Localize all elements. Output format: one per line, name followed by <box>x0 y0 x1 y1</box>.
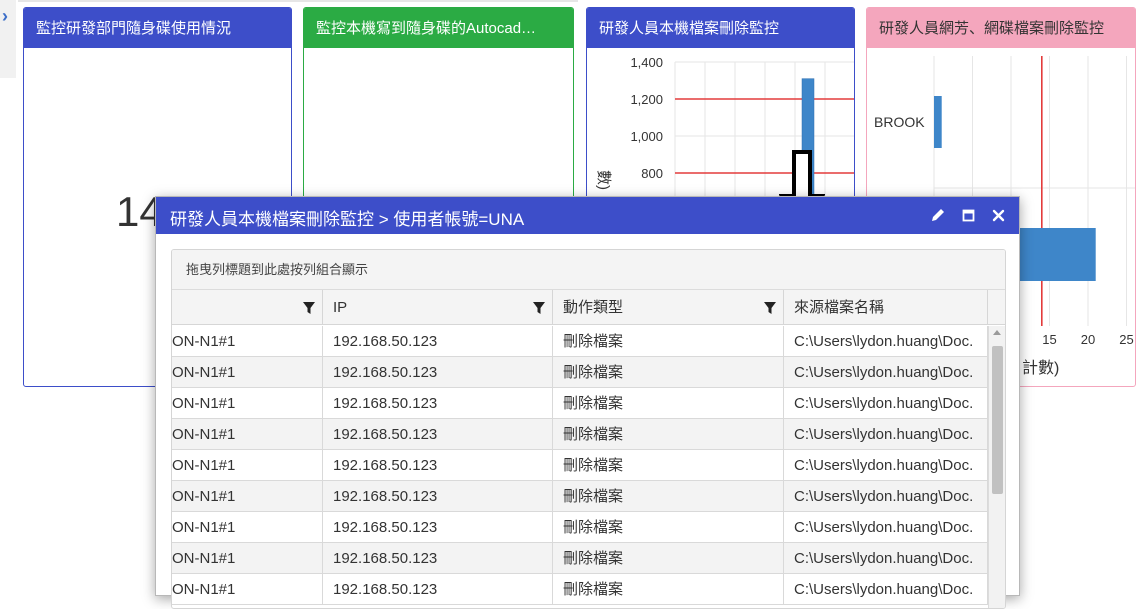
cell-source-file: C:\Users\lydon.huang\Doc. <box>784 543 988 574</box>
cell-source-file: C:\Users\lydon.huang\Doc. <box>784 481 988 512</box>
cell-source-file: C:\Users\lydon.huang\Doc. <box>784 512 988 543</box>
x-tick-label: 25 <box>1119 332 1133 347</box>
drilldown-dialog: 研發人員本機檔案刪除監控 > 使用者帳號=UNA 拖曳列標題到此處按列組合顯示 … <box>155 196 1020 609</box>
vertical-scrollbar[interactable] <box>988 326 1005 608</box>
dialog-title: 研發人員本機檔案刪除監控 > 使用者帳號=UNA <box>170 210 525 229</box>
cell-action: 刪除檔案 <box>553 481 784 512</box>
pencil-icon[interactable] <box>929 206 947 224</box>
group-by-panel[interactable]: 拖曳列標題到此處按列組合顯示 <box>172 250 1005 290</box>
table-row[interactable]: ON-N1#1 192.168.50.123 刪除檔案 C:\Users\lydon.… <box>172 543 988 574</box>
y-tick-label: 1,200 <box>630 92 663 107</box>
cell-action: 刪除檔案 <box>553 419 784 450</box>
card-title[interactable]: 監控研發部門隨身碟使用情況 <box>24 8 291 48</box>
y-tick-label: 1,000 <box>630 129 663 144</box>
table-row[interactable]: ON-N1#1 192.168.50.123 刪除檔案 C:\Users\lydon.… <box>172 512 988 543</box>
table-row[interactable]: ON-N1#1 192.168.50.123 刪除檔案 C:\Users\lydon.… <box>172 450 988 481</box>
cell-source-file: C:\Users\lydon.huang\Doc. <box>784 574 988 605</box>
cell-ip: 192.168.50.123 <box>323 481 553 512</box>
column-header-label: 來源檔案名稱 <box>794 299 885 316</box>
maximize-icon[interactable] <box>959 206 977 224</box>
column-header-action[interactable]: 動作類型 <box>553 290 784 325</box>
card-title[interactable]: 監控本機寫到隨身碟的Autocad… <box>304 8 573 48</box>
cell-user: ON-N1#1 <box>172 450 323 481</box>
cell-ip: 192.168.50.123 <box>323 419 553 450</box>
x-tick-label: 20 <box>1081 332 1095 347</box>
filter-icon[interactable] <box>763 301 777 315</box>
close-icon[interactable] <box>989 206 1007 224</box>
y-axis-label: 數) <box>595 170 612 190</box>
cell-ip: 192.168.50.123 <box>323 512 553 543</box>
column-header-label: IP <box>333 299 348 316</box>
bar <box>934 96 942 148</box>
table-row[interactable]: ON-N1#1 192.168.50.123 刪除檔案 C:\Users\lydon.… <box>172 326 988 357</box>
cell-source-file: C:\Users\lydon.huang\Doc. <box>784 357 988 388</box>
x-axis-label: 計數) <box>1022 359 1059 377</box>
cell-user: ON-N1#1 <box>172 512 323 543</box>
cell-user: ON-N1#1 <box>172 543 323 574</box>
table-row[interactable]: ON-N1#1 192.168.50.123 刪除檔案 C:\Users\lydon.… <box>172 574 988 605</box>
cell-ip: 192.168.50.123 <box>323 450 553 481</box>
grid-body: ON-N1#1 192.168.50.123 刪除檔案 C:\Users\lydon.… <box>172 326 988 605</box>
cell-source-file: C:\Users\lydon.huang\Doc. <box>784 388 988 419</box>
scroll-thumb[interactable] <box>992 346 1003 494</box>
filter-icon[interactable] <box>302 301 316 315</box>
cell-user: ON-N1#1 <box>172 481 323 512</box>
x-tick-label: 15 <box>1042 332 1056 347</box>
cell-action: 刪除檔案 <box>553 357 784 388</box>
cell-action: 刪除檔案 <box>553 543 784 574</box>
table-row[interactable]: ON-N1#1 192.168.50.123 刪除檔案 C:\Users\lydon.… <box>172 357 988 388</box>
cell-user: ON-N1#1 <box>172 419 323 450</box>
cell-action: 刪除檔案 <box>553 450 784 481</box>
card-autocad-usb: 監控本機寫到隨身碟的Autocad… <box>303 7 574 207</box>
cell-source-file: C:\Users\lydon.huang\Doc. <box>784 450 988 481</box>
scroll-up-icon[interactable] <box>993 330 1001 335</box>
y-tick-label: 1,400 <box>630 55 663 70</box>
cell-user: ON-N1#1 <box>172 357 323 388</box>
grid-header: IP 動作類型 來源檔案名稱 <box>172 290 1005 325</box>
category-label: BROOK <box>874 114 925 130</box>
cell-action: 刪除檔案 <box>553 512 784 543</box>
table-row[interactable]: ON-N1#1 192.168.50.123 刪除檔案 C:\Users\lydon.… <box>172 481 988 512</box>
table-row[interactable]: ON-N1#1 192.168.50.123 刪除檔案 C:\Users\lydon.… <box>172 388 988 419</box>
cell-user: ON-N1#1 <box>172 326 323 357</box>
data-grid: 拖曳列標題到此處按列組合顯示 IP 動作類型 來源檔案名稱 ON-N1#1 192… <box>171 249 1006 609</box>
cell-user: ON-N1#1 <box>172 388 323 419</box>
expand-nav-icon[interactable]: › <box>2 6 8 27</box>
cell-ip: 192.168.50.123 <box>323 388 553 419</box>
y-tick-label: 800 <box>641 166 663 181</box>
dialog-header[interactable]: 研發人員本機檔案刪除監控 > 使用者帳號=UNA <box>156 197 1019 234</box>
cell-source-file: C:\Users\lydon.huang\Doc. <box>784 326 988 357</box>
filter-icon[interactable] <box>532 301 546 315</box>
cell-action: 刪除檔案 <box>553 326 784 357</box>
column-header-user[interactable] <box>172 290 323 325</box>
card-title[interactable]: 研發人員網芳、網碟檔案刪除監控 <box>867 8 1135 48</box>
cell-user: ON-N1#1 <box>172 574 323 605</box>
table-row[interactable]: ON-N1#1 192.168.50.123 刪除檔案 C:\Users\lydon.… <box>172 419 988 450</box>
cell-ip: 192.168.50.123 <box>323 357 553 388</box>
top-divider <box>18 0 578 2</box>
cell-ip: 192.168.50.123 <box>323 574 553 605</box>
cell-ip: 192.168.50.123 <box>323 326 553 357</box>
cell-ip: 192.168.50.123 <box>323 543 553 574</box>
card-title[interactable]: 研發人員本機檔案刪除監控 <box>587 8 854 48</box>
cell-action: 刪除檔案 <box>553 574 784 605</box>
column-header-ip[interactable]: IP <box>323 290 553 325</box>
cell-action: 刪除檔案 <box>553 388 784 419</box>
column-header-label: 動作類型 <box>563 299 624 316</box>
column-header-source-file[interactable]: 來源檔案名稱 <box>784 290 988 325</box>
cell-source-file: C:\Users\lydon.huang\Doc. <box>784 419 988 450</box>
